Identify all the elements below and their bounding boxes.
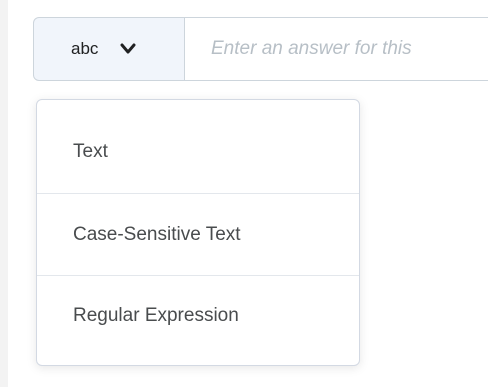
menu-item-text[interactable]: Text <box>37 110 359 194</box>
menu-item-case-sensitive-text[interactable]: Case-Sensitive Text <box>37 194 359 276</box>
menu-item-regular-expression[interactable]: Regular Expression <box>37 276 359 356</box>
answer-type-menu: Text Case-Sensitive Text Regular Express… <box>36 99 360 366</box>
answer-input[interactable] <box>184 17 488 81</box>
answer-type-value: abc <box>71 39 99 58</box>
chevron-down-icon <box>120 43 136 54</box>
answer-row: abc <box>33 17 488 81</box>
answer-type-select[interactable]: abc <box>33 17 185 81</box>
answer-editor: abc Text Case-Sensitive Text Regular Exp… <box>0 0 488 387</box>
